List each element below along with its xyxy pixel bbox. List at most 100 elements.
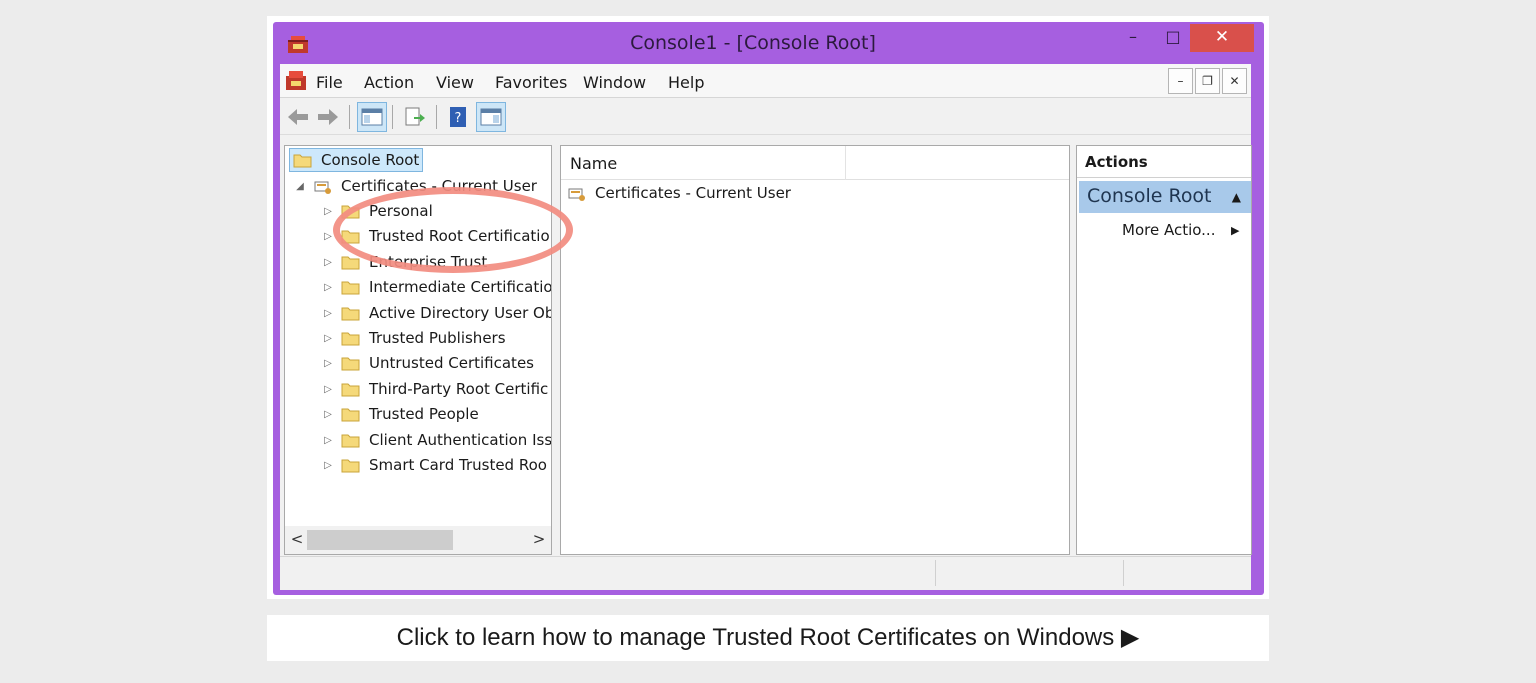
scroll-left-button[interactable]: < [289, 530, 305, 548]
folder-icon [341, 281, 360, 294]
show-hide-action-pane-button[interactable] [476, 102, 506, 132]
tree-item-label: Trusted People [369, 405, 479, 423]
folder-icon [341, 408, 360, 421]
expand-arrow-icon[interactable]: ▷ [323, 435, 333, 446]
tree-item-active-directory-user-object[interactable]: ▷ Active Directory User Ob [323, 301, 551, 325]
expand-arrow-icon[interactable]: ▷ [323, 358, 333, 369]
column-header-name[interactable]: Name [570, 154, 617, 173]
scroll-right-button[interactable]: > [531, 530, 547, 548]
horizontal-scrollbar[interactable]: < > [285, 526, 551, 554]
console-menu-icon[interactable] [285, 69, 307, 91]
expand-arrow-icon[interactable]: ▷ [323, 333, 333, 344]
menu-file[interactable]: File [316, 73, 343, 92]
folder-icon [341, 357, 360, 370]
certificate-store-icon [314, 181, 331, 194]
list-item[interactable]: Certificates - Current User [567, 184, 791, 202]
forward-button[interactable] [313, 102, 343, 132]
forward-arrow-icon [318, 109, 338, 125]
actions-section-label: Console Root [1087, 185, 1212, 207]
folder-icon [293, 154, 312, 167]
tree-item-trusted-people[interactable]: ▷ Trusted People [323, 402, 479, 426]
mdi-close-button[interactable]: ✕ [1222, 68, 1247, 94]
actions-header: Actions [1077, 146, 1251, 178]
tree-item-console-root[interactable]: Console Root [289, 148, 424, 172]
toolbar-separator [436, 105, 437, 129]
tree-item-smart-card-trusted-roots[interactable]: ▷ Smart Card Trusted Roo [323, 453, 547, 477]
screenshot-frame: Console1 - [Console Root] – □ ✕ File Act… [267, 16, 1269, 599]
menu-view[interactable]: View [436, 73, 474, 92]
close-button[interactable]: ✕ [1190, 24, 1254, 52]
folder-icon [341, 332, 360, 345]
tree-item-trusted-publishers[interactable]: ▷ Trusted Publishers [323, 326, 506, 350]
highlight-circle [333, 187, 573, 273]
expand-arrow-icon[interactable]: ▷ [323, 231, 333, 242]
expand-arrow-icon[interactable]: ▷ [323, 308, 333, 319]
collapse-arrow-icon[interactable]: ◢ [295, 181, 305, 192]
status-divider [935, 560, 936, 586]
tree-item-label: Smart Card Trusted Roo [369, 456, 547, 474]
mdi-controls: – ❐ ✕ [1168, 68, 1248, 94]
folder-icon [341, 434, 360, 447]
expand-arrow-icon[interactable]: ▷ [323, 460, 333, 471]
menu-favorites[interactable]: Favorites [495, 73, 567, 92]
more-actions-link[interactable]: More Actio... [1122, 221, 1215, 239]
tree-item-label: Client Authentication Iss [369, 431, 551, 449]
submenu-arrow-icon: ▶ [1231, 224, 1240, 237]
minimize-button[interactable]: – [1115, 24, 1151, 52]
status-divider [1123, 560, 1124, 586]
tree-item-label: Intermediate Certificatio [369, 278, 551, 296]
tree-item-label: Trusted Publishers [369, 329, 506, 347]
scrollbar-thumb[interactable] [307, 530, 453, 550]
mdi-restore-button[interactable]: ❐ [1195, 68, 1220, 94]
back-button[interactable] [283, 102, 313, 132]
toolbar: ? [280, 99, 1251, 135]
list-item-label: Certificates - Current User [595, 184, 791, 202]
tree-item-label: Console Root [321, 151, 420, 169]
expand-arrow-icon[interactable]: ▷ [323, 206, 333, 217]
show-hide-console-tree-icon [361, 108, 383, 126]
tree-item-intermediate-certification[interactable]: ▷ Intermediate Certificatio [323, 275, 551, 299]
tree-item-third-party-root[interactable]: ▷ Third-Party Root Certific [323, 377, 548, 401]
menu-bar: File Action View Favorites Window Help –… [280, 64, 1251, 98]
mmc-window: Console1 - [Console Root] – □ ✕ File Act… [273, 22, 1264, 595]
title-bar[interactable]: Console1 - [Console Root] – □ ✕ [273, 22, 1264, 64]
actions-pane: Actions Console Root ▲ More Actio... ▶ [1076, 145, 1252, 555]
expand-arrow-icon[interactable]: ▷ [323, 384, 333, 395]
svg-text:?: ? [455, 111, 462, 126]
toolbar-separator [392, 105, 393, 129]
column-header-row: Name [561, 146, 1069, 180]
window-title: Console1 - [Console Root] [630, 32, 876, 54]
menu-window[interactable]: Window [583, 73, 646, 92]
status-bar [280, 556, 1251, 588]
certificate-store-icon [568, 188, 585, 201]
help-button[interactable]: ? [443, 102, 473, 132]
folder-icon [341, 383, 360, 396]
collapse-caret-icon[interactable]: ▲ [1232, 190, 1241, 204]
tree-item-client-authentication-issuers[interactable]: ▷ Client Authentication Iss [323, 428, 551, 452]
column-divider[interactable] [845, 146, 846, 180]
caption-link[interactable]: Click to learn how to manage Trusted Roo… [267, 615, 1269, 661]
tree-item-label: Active Directory User Ob [369, 304, 551, 322]
tree-item-label: Third-Party Root Certific [369, 380, 549, 398]
window-client-area: File Action View Favorites Window Help –… [280, 64, 1252, 590]
tree-item-untrusted-certificates[interactable]: ▷ Untrusted Certificates [323, 351, 534, 375]
help-icon: ? [450, 107, 466, 127]
mdi-minimize-button[interactable]: – [1168, 68, 1193, 94]
menu-action[interactable]: Action [364, 73, 414, 92]
folder-icon [341, 459, 360, 472]
actions-section-console-root[interactable]: Console Root ▲ [1079, 181, 1251, 213]
export-list-button[interactable] [400, 102, 430, 132]
back-arrow-icon [288, 109, 308, 125]
folder-icon [341, 307, 360, 320]
menu-help[interactable]: Help [668, 73, 704, 92]
expand-arrow-icon[interactable]: ▷ [323, 409, 333, 420]
expand-arrow-icon[interactable]: ▷ [323, 257, 333, 268]
toolbar-separator [349, 105, 350, 129]
show-hide-action-pane-icon [480, 108, 502, 126]
tree-item-label: Untrusted Certificates [369, 354, 534, 372]
results-pane: Name Certificates - Current User [560, 145, 1070, 555]
show-hide-tree-button[interactable] [357, 102, 387, 132]
expand-arrow-icon[interactable]: ▷ [323, 282, 333, 293]
maximize-button[interactable]: □ [1155, 24, 1191, 52]
folder-icon [341, 256, 360, 269]
